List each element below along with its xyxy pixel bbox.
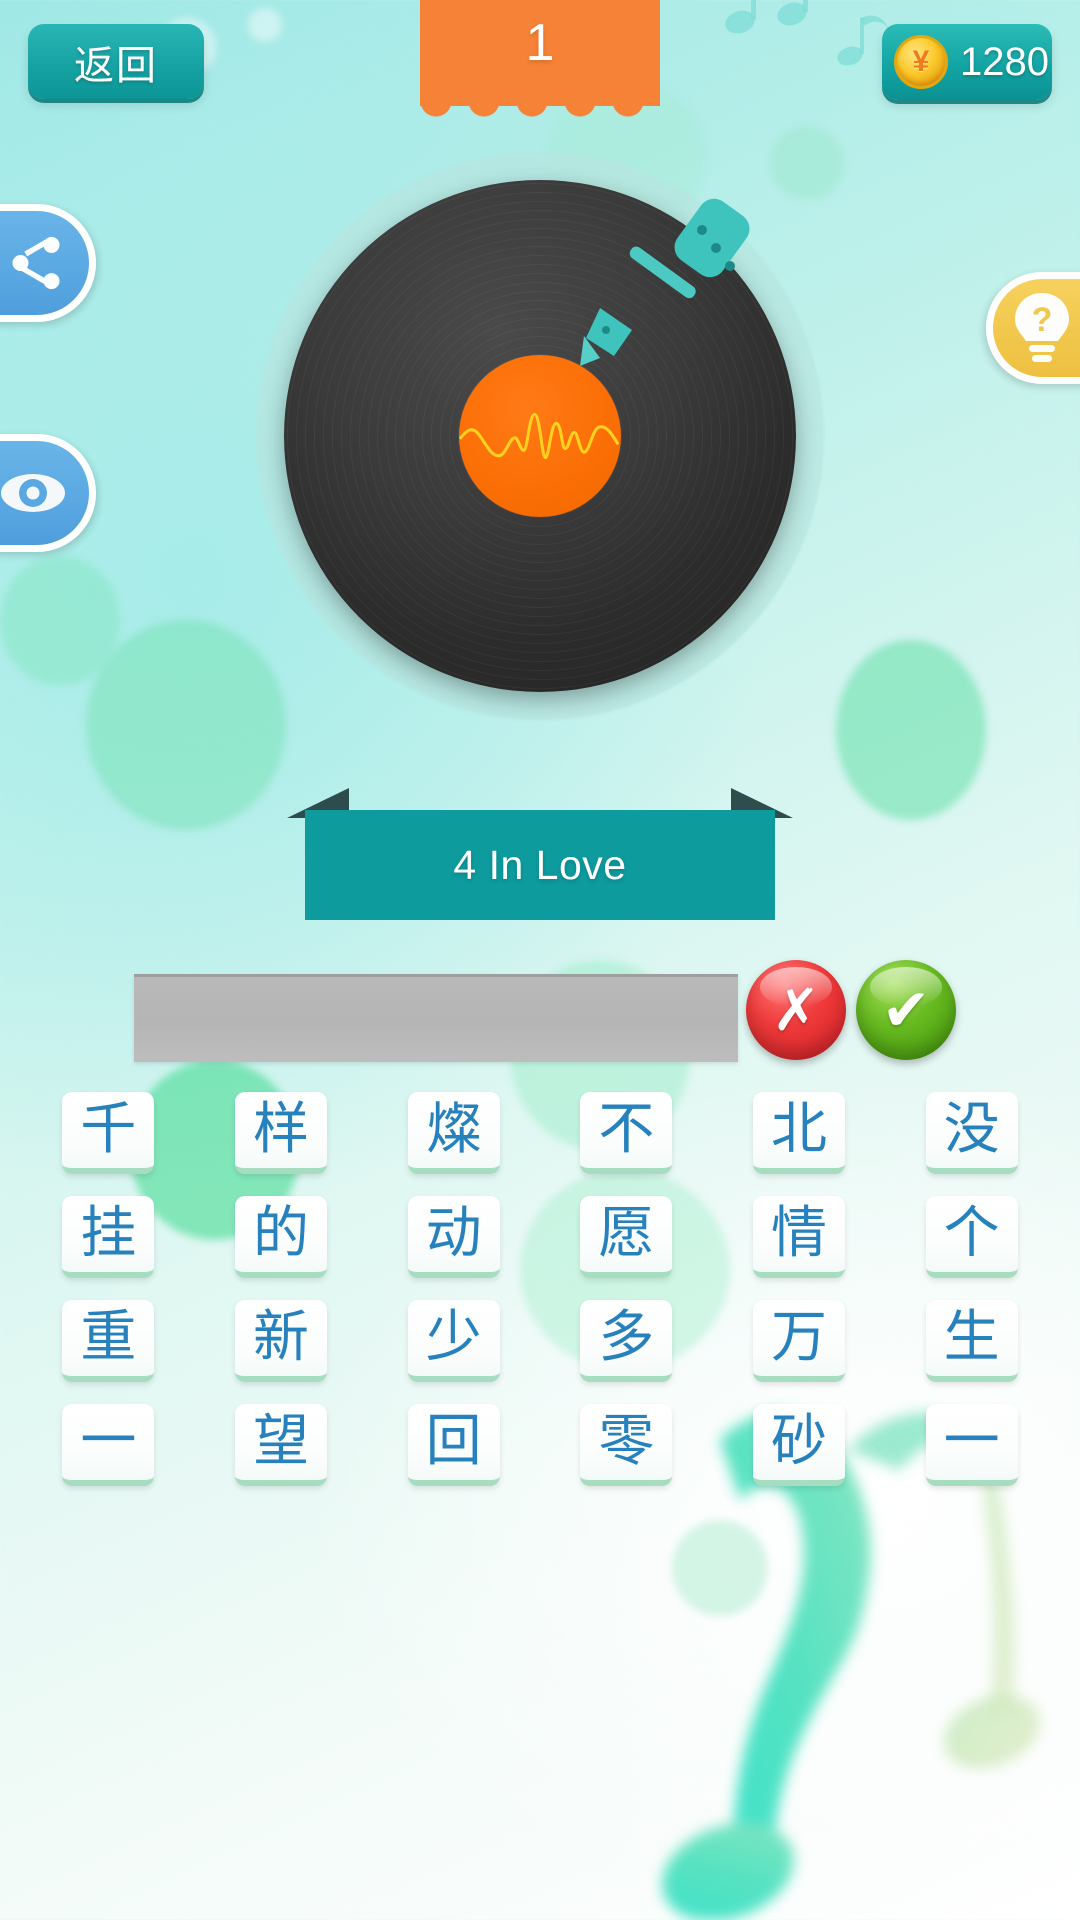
character-tile-grid: 千样燦不北没挂的动愿情个重新少多万生一望回零砂一 [0,1092,1080,1486]
tile-cell: 个 [885,1196,1058,1278]
tonearm-icon [580,198,750,366]
tile-cell: 北 [713,1092,886,1174]
tile-cell: 不 [540,1092,713,1174]
level-banner: 1 [420,0,660,121]
coin-amount: 1280 [960,39,1049,84]
answer-row: ✗ ✔ [0,960,1080,1080]
character-tile[interactable]: 生 [925,1300,1018,1382]
bg-bubble [672,1520,768,1616]
character-tile[interactable]: 千 [62,1092,155,1174]
tile-cell: 一 [885,1404,1058,1486]
character-tile[interactable]: 情 [752,1196,845,1278]
tile-cell: 万 [713,1300,886,1382]
tile-cell: 动 [367,1196,540,1278]
record-player[interactable]: 4 In Love [0,140,1080,920]
character-tile[interactable]: 新 [234,1300,327,1382]
tile-cell: 多 [540,1300,713,1382]
tile-cell: 挂 [22,1196,195,1278]
tile-cell: 没 [885,1092,1058,1174]
tile-cell: 千 [22,1092,195,1174]
clear-button[interactable]: ✗ [746,960,846,1060]
tile-cell: 情 [713,1196,886,1278]
character-tile[interactable]: 挂 [62,1196,155,1278]
clear-icon: ✗ [771,978,821,1043]
character-tile[interactable]: 一 [925,1404,1018,1486]
tile-cell: 零 [540,1404,713,1486]
tile-cell: 愿 [540,1196,713,1278]
character-tile[interactable]: 动 [407,1196,500,1278]
song-title-plate-wrapper: 4 In Love [287,788,793,920]
character-tile[interactable]: 不 [580,1092,673,1174]
character-tile[interactable]: 个 [925,1196,1018,1278]
character-tile[interactable]: 望 [234,1404,327,1486]
tile-cell: 回 [367,1404,540,1486]
tile-cell: 重 [22,1300,195,1382]
tile-cell: 望 [195,1404,368,1486]
character-tile[interactable]: 样 [234,1092,327,1174]
character-tile[interactable]: 万 [752,1300,845,1382]
tile-cell: 燦 [367,1092,540,1174]
character-tile[interactable]: 重 [62,1300,155,1382]
character-tile[interactable]: 的 [234,1196,327,1278]
character-tile[interactable]: 回 [407,1404,500,1486]
character-tile[interactable]: 北 [752,1092,845,1174]
banner-scallop-edge [420,101,660,121]
character-tile[interactable]: 一 [62,1404,155,1486]
character-tile[interactable]: 少 [407,1300,500,1382]
submit-button[interactable]: ✔ [856,960,956,1060]
tile-cell: 生 [885,1300,1058,1382]
tile-cell: 砂 [713,1404,886,1486]
tile-cell: 的 [195,1196,368,1278]
coin-counter[interactable]: ¥ 1280 [882,24,1052,100]
level-number: 1 [525,14,555,72]
top-bar: 返回 1 ¥ 1280 [0,0,1080,140]
back-button-label: 返回 [74,43,158,88]
tile-cell: 一 [22,1404,195,1486]
character-tile[interactable]: 多 [580,1300,673,1382]
back-button[interactable]: 返回 [28,24,204,99]
character-tile[interactable]: 没 [925,1092,1018,1174]
song-title: 4 In Love [305,810,775,920]
character-tile[interactable]: 零 [580,1404,673,1486]
check-icon: ✔ [881,978,931,1043]
tile-cell: 新 [195,1300,368,1382]
character-tile[interactable]: 愿 [580,1196,673,1278]
character-tile[interactable]: 砂 [752,1404,845,1486]
tile-cell: 少 [367,1300,540,1382]
answer-input[interactable] [134,974,738,1062]
tile-cell: 样 [195,1092,368,1174]
character-tile[interactable]: 燦 [407,1092,500,1174]
coin-icon: ¥ [894,35,948,89]
